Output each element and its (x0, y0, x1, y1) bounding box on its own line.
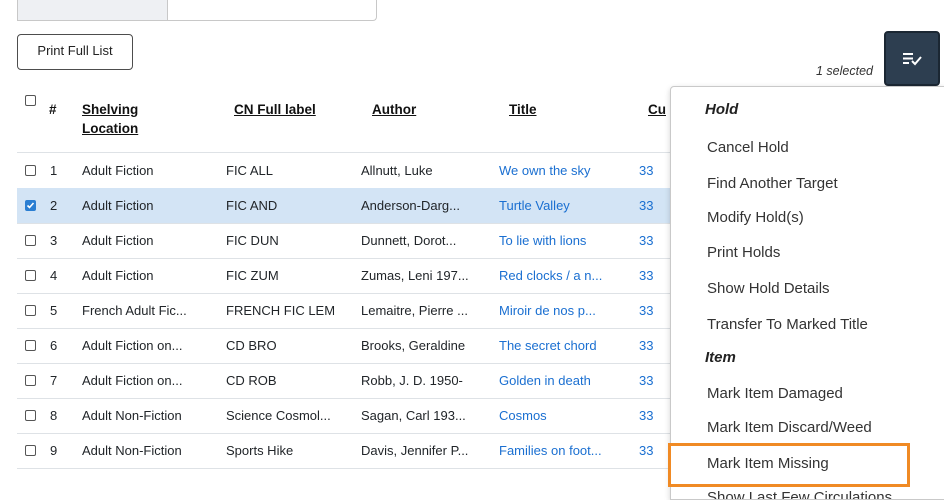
cell-row-number: 1 (50, 163, 58, 178)
cell-shelving-location: Adult Fiction (82, 233, 154, 248)
row-checkbox[interactable] (25, 235, 36, 246)
cell-row-number: 3 (50, 233, 58, 248)
menu-header-hold: Hold (705, 101, 739, 118)
column-shelving-label-2: Location (82, 121, 139, 136)
menu-item-mark-damaged[interactable]: Mark Item Damaged (707, 385, 843, 402)
cell-row-number: 2 (50, 198, 58, 213)
cell-shelving-location: Adult Non-Fiction (82, 443, 182, 458)
menu-item-show-last-few-circulations[interactable]: Show Last Few Circulations (707, 489, 892, 499)
menu-item-show-hold-details[interactable]: Show Hold Details (707, 280, 830, 297)
tab-fragment-left[interactable] (17, 0, 169, 21)
menu-header-item: Item (705, 349, 736, 366)
cell-author: Robb, J. D. 1950- (361, 373, 463, 388)
menu-item-print-holds[interactable]: Print Holds (707, 244, 780, 261)
cell-cn-full-label: FIC DUN (226, 233, 279, 248)
cell-current[interactable]: 33 (639, 223, 653, 258)
cell-row-number: 9 (50, 443, 58, 458)
row-checkbox[interactable] (25, 375, 36, 386)
row-checkbox[interactable] (25, 165, 36, 176)
row-checkbox[interactable] (25, 410, 36, 421)
cell-title[interactable]: Cosmos (499, 398, 547, 433)
cell-author: Brooks, Geraldine (361, 338, 466, 353)
column-number: # (49, 102, 57, 117)
column-author[interactable]: Author (372, 100, 416, 119)
column-cn-full-label[interactable]: CN Full label (234, 100, 316, 119)
cell-author: Allnutt, Luke (361, 163, 433, 178)
column-current[interactable]: Cu (648, 100, 666, 119)
cell-title[interactable]: Golden in death (499, 363, 591, 398)
cell-shelving-location: Adult Non-Fiction (82, 408, 182, 423)
cell-current[interactable]: 33 (639, 398, 653, 433)
tab-fragment-right[interactable] (167, 0, 377, 21)
menu-item-find-another-target[interactable]: Find Another Target (707, 175, 838, 192)
cell-cn-full-label: FIC AND (226, 198, 278, 213)
cell-row-number: 7 (50, 373, 58, 388)
cell-title[interactable]: The secret chord (499, 328, 597, 363)
cell-author: Lemaitre, Pierre ... (361, 303, 468, 318)
cell-current[interactable]: 33 (639, 328, 653, 363)
column-shelving-location[interactable]: Shelving Location (82, 100, 138, 138)
cell-shelving-location: Adult Fiction (82, 163, 154, 178)
menu-item-mark-missing[interactable]: Mark Item Missing (707, 455, 829, 472)
row-checkbox[interactable] (25, 305, 36, 316)
row-checkbox[interactable] (25, 445, 36, 456)
cell-current[interactable]: 33 (639, 258, 653, 293)
column-title[interactable]: Title (509, 100, 537, 119)
row-checkbox[interactable] (25, 340, 36, 351)
cell-current[interactable]: 33 (639, 293, 653, 328)
cell-title[interactable]: To lie with lions (499, 223, 586, 258)
cell-title[interactable]: Families on foot... (499, 433, 602, 468)
cell-author: Zumas, Leni 197... (361, 268, 469, 283)
cell-cn-full-label: FIC ZUM (226, 268, 279, 283)
cell-title[interactable]: Red clocks / a n... (499, 258, 602, 293)
cell-current[interactable]: 33 (639, 363, 653, 398)
cell-cn-full-label: Sports Hike (226, 443, 294, 458)
cell-shelving-location: Adult Fiction (82, 198, 154, 213)
cell-cn-full-label: Science Cosmol... (226, 408, 331, 423)
cell-author: Sagan, Carl 193... (361, 408, 466, 423)
print-full-list-label: Print Full List (37, 43, 113, 58)
cell-shelving-location: French Adult Fic... (82, 303, 187, 318)
menu-item-cancel-hold[interactable]: Cancel Hold (707, 139, 789, 156)
cell-current[interactable]: 33 (639, 188, 653, 223)
select-all-checkbox[interactable] (25, 95, 36, 106)
menu-item-transfer-to-marked-title[interactable]: Transfer To Marked Title (707, 316, 868, 333)
cell-cn-full-label: CD ROB (226, 373, 277, 388)
cell-author: Dunnett, Dorot... (361, 233, 457, 248)
cell-author: Davis, Jennifer P... (361, 443, 469, 458)
cell-current[interactable]: 33 (639, 153, 653, 188)
cell-row-number: 6 (50, 338, 58, 353)
cell-shelving-location: Adult Fiction (82, 268, 154, 283)
cell-current[interactable]: 33 (639, 433, 653, 468)
row-checkbox[interactable] (25, 270, 36, 281)
column-shelving-label-1: Shelving (82, 102, 139, 117)
cell-cn-full-label: FRENCH FIC LEM (226, 303, 336, 318)
selected-count: 1 selected (816, 64, 873, 78)
cell-title[interactable]: Turtle Valley (499, 188, 570, 223)
menu-item-modify-holds[interactable]: Modify Hold(s) (707, 209, 804, 226)
cell-row-number: 4 (50, 268, 58, 283)
list-check-icon (902, 52, 922, 66)
actions-dropdown-menu: Hold Cancel Hold Find Another Target Mod… (670, 86, 944, 500)
cell-shelving-location: Adult Fiction on... (82, 373, 183, 388)
cell-cn-full-label: CD BRO (226, 338, 277, 353)
print-full-list-button[interactable]: Print Full List (17, 34, 133, 70)
cell-cn-full-label: FIC ALL (226, 163, 273, 178)
cell-title[interactable]: Miroir de nos p... (499, 293, 596, 328)
actions-menu-button[interactable] (884, 31, 940, 86)
menu-item-mark-discard-weed[interactable]: Mark Item Discard/Weed (707, 419, 872, 436)
cell-row-number: 8 (50, 408, 58, 423)
cell-author: Anderson-Darg... (361, 198, 460, 213)
cell-row-number: 5 (50, 303, 58, 318)
cell-shelving-location: Adult Fiction on... (82, 338, 183, 353)
cell-title[interactable]: We own the sky (499, 153, 591, 188)
row-checkbox[interactable] (25, 200, 36, 211)
